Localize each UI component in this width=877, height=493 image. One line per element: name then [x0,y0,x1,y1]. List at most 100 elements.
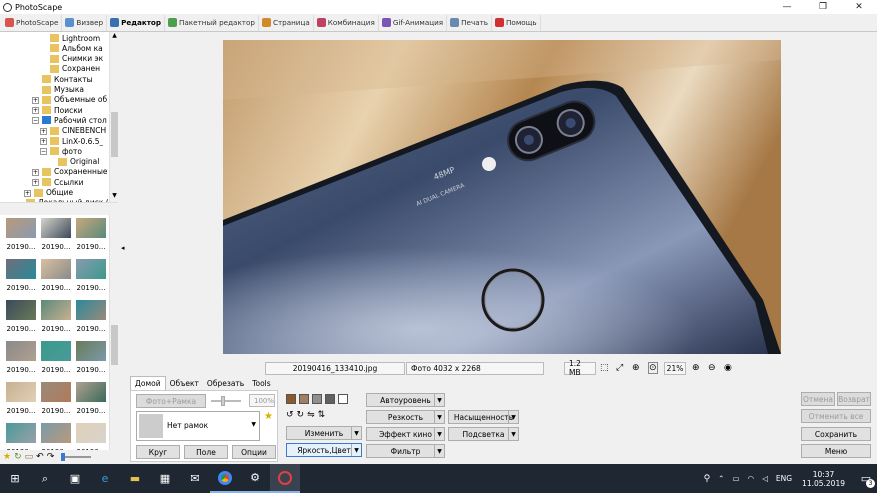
tree-item[interactable]: Поиски [42,105,83,115]
tree-scroll-thumb[interactable] [111,112,118,157]
thumbs-scroll-thumb[interactable] [111,325,118,365]
undo-button[interactable]: Отмена [801,392,835,406]
zoom-out-icon[interactable]: ⊖ [708,363,716,373]
rotate-icon[interactable]: ↻ [14,452,22,462]
backlight-dropdown-icon[interactable]: ▼ [508,428,518,440]
wifi-icon[interactable]: ◠ [748,474,755,483]
thumbnail[interactable]: 20190... [4,298,38,338]
panel-splitter[interactable]: ◂ [118,32,130,464]
tree-item[interactable]: LinX-0.6.5_ [50,136,103,146]
flip-icon[interactable]: ⇋ [307,410,315,420]
warm-swatch[interactable] [299,394,309,404]
action-center-icon[interactable]: ▭ 3 [855,464,877,493]
language-indicator[interactable]: ENG [776,474,792,483]
field-button[interactable]: Поле [184,445,228,459]
photoscape-task-icon[interactable] [270,464,300,493]
sepia-swatch[interactable] [286,394,296,404]
tree-item[interactable]: CINEBENCH [50,126,106,136]
filter-button[interactable]: Фильтр ▼ [366,444,445,458]
editor-tab[interactable]: Домой [130,376,166,390]
resize-dropdown-icon[interactable]: ▼ [351,427,361,439]
editor-tab[interactable]: Tools [248,376,274,390]
brightness-color-button[interactable]: Яркость,Цвет ▼ [286,443,362,457]
photo-canvas[interactable]: 48MP AI DUAL CAMERA [223,40,781,354]
start-icon[interactable]: ⊞ [0,464,30,493]
backlight-button[interactable]: Подсветка ▼ [448,427,519,441]
search-icon[interactable]: ⌕ [30,464,60,493]
menu-button[interactable]: Меню [801,444,871,458]
zoom-in-icon[interactable]: ⊕ [692,363,700,373]
rotate-right-icon[interactable]: ↻ [297,410,305,420]
volume-icon[interactable]: ◁ [762,474,768,483]
editor-tab[interactable]: Обрезать [203,376,248,390]
thumbs-scrollbar[interactable] [109,215,118,450]
thumbnail[interactable]: 20190... [74,421,108,451]
thumbnail[interactable]: 20190... [4,216,38,256]
saturation-button[interactable]: Насыщенность ▼ [448,410,519,424]
tree-item[interactable]: Объемные об [42,95,107,105]
expand-toggle-icon[interactable]: + [32,107,39,115]
brightness-dropdown-icon[interactable]: ▼ [351,444,361,456]
expand-toggle-icon[interactable]: + [24,189,31,197]
clock[interactable]: 10:37 11.05.2019 [802,470,845,488]
thumbnail[interactable]: 20190... [39,298,73,338]
round-button[interactable]: Круг [136,445,180,459]
tree-hscrollbar[interactable] [0,202,118,215]
bw-swatch[interactable] [338,394,348,404]
collapse-left-icon[interactable]: ◂ [121,244,125,252]
options-button[interactable]: Опции [232,445,276,459]
info-icon[interactable]: ◉ [724,363,732,373]
tree-scrollbar[interactable]: ▲ ▼ [109,32,118,202]
film-effect-button[interactable]: Эффект кино ▼ [366,427,445,441]
tab-2[interactable]: Редактор [107,14,165,31]
tree-item[interactable]: Original [58,157,99,167]
steam-icon[interactable]: ⚙ [240,464,270,493]
thumbnail[interactable]: 20190... [4,257,38,297]
rotate-left-icon[interactable]: ↺ [286,410,294,420]
save-button[interactable]: Сохранить [801,427,871,441]
tree-item[interactable]: Снимки эк [50,54,103,64]
tree-item[interactable]: Контакты [42,74,93,84]
tree-item[interactable]: Музыка [42,85,84,95]
network-icon[interactable]: ▭ [732,474,739,483]
thumbnail[interactable]: 20190... [74,257,108,297]
thumbnail[interactable]: 20190... [39,216,73,256]
tab-1[interactable]: Визвер [62,14,108,31]
tab-8[interactable]: Помощь [492,14,541,31]
expand-toggle-icon[interactable]: + [40,127,47,135]
opacity-slider[interactable] [211,396,241,406]
chevron-down-icon[interactable]: ▼ [251,421,256,428]
frame-select[interactable]: Нет рамок ▼ [136,411,260,441]
thumbnail[interactable]: 20190... [39,421,73,451]
maximize-button[interactable]: ❐ [805,0,841,14]
tree-item[interactable]: Альбом ка [50,43,103,53]
sharpen-button[interactable]: Резкость ▼ [366,410,445,424]
expand-toggle-icon[interactable]: + [32,168,39,176]
tab-3[interactable]: Пакетный редактор [165,14,259,31]
resize-button[interactable]: Изменить ▼ [286,426,362,440]
saturation-dropdown-icon[interactable]: ▼ [508,411,518,423]
thumbnail[interactable]: 20190... [39,257,73,297]
sharpen-dropdown-icon[interactable]: ▼ [434,411,444,423]
edge-browser-icon[interactable]: e [90,464,120,493]
mirror-icon[interactable]: ⇅ [318,410,326,420]
undo-all-button[interactable]: Отменить все [801,409,871,423]
store-icon[interactable]: ▦ [150,464,180,493]
thumbnail[interactable]: 20190... [74,380,108,420]
folder-icon[interactable]: ▭ [25,452,34,462]
forward-icon[interactable]: ↷ [47,452,55,462]
tab-7[interactable]: Печать [447,14,493,31]
gray-swatch[interactable] [312,394,322,404]
favorite-star-icon[interactable]: ★ [264,411,273,422]
thumbnail[interactable]: 20190... [74,339,108,379]
thumbnail[interactable]: 20190... [4,380,38,420]
expand-toggle-icon[interactable]: + [40,138,47,145]
zoom-fit-icon[interactable]: ⊕ [632,363,640,373]
thumbnail[interactable]: 20190... [74,298,108,338]
back-icon[interactable]: ↶ [36,452,44,462]
close-button[interactable]: ✕ [841,0,877,14]
expand-toggle-icon[interactable]: − [32,117,39,125]
tree-item[interactable]: Сохранен [50,64,100,74]
slider-handle[interactable] [61,453,66,461]
editor-tab[interactable]: Объект [166,376,203,390]
